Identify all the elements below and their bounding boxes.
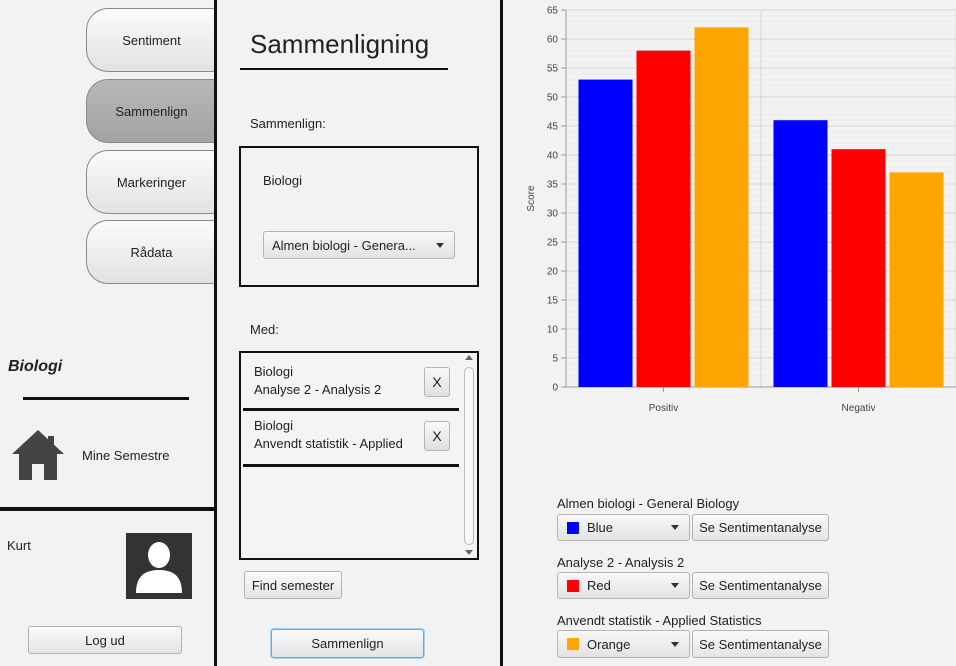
scrollbar[interactable] bbox=[462, 353, 476, 558]
list-item[interactable]: Biologi Analyse 2 - Analysis 2 X bbox=[243, 355, 459, 411]
sentiment-analysis-button-label: Se Sentimentanalyse bbox=[699, 520, 822, 535]
sentiment-analysis-button[interactable]: Se Sentimentanalyse bbox=[692, 572, 829, 599]
y-tick-label: 40 bbox=[547, 151, 559, 162]
y-tick-label: 60 bbox=[547, 35, 559, 46]
tab-markeringer-label: Markeringer bbox=[116, 174, 187, 190]
list-item-line1: Biologi bbox=[254, 364, 294, 379]
remove-button[interactable]: X bbox=[424, 421, 450, 451]
bar bbox=[831, 149, 886, 387]
title-underline bbox=[240, 68, 448, 70]
divider-left bbox=[214, 0, 217, 666]
logout-button-label: Log ud bbox=[85, 632, 125, 648]
user-icon bbox=[136, 542, 182, 593]
sentiment-analysis-button[interactable]: Se Sentimentanalyse bbox=[692, 514, 829, 541]
sidebar: Sentiment Sammenlign Markeringer Rådata … bbox=[0, 0, 216, 666]
compare-button-label: Sammenlign bbox=[311, 636, 384, 651]
x-tick-label: Negativ bbox=[842, 403, 876, 414]
tab-sentiment[interactable]: Sentiment bbox=[86, 8, 216, 72]
with-list[interactable]: Biologi Analyse 2 - Analysis 2 X Biologi… bbox=[239, 351, 479, 560]
color-select-value: Red bbox=[587, 578, 611, 593]
tab-sammenlign[interactable]: Sammenlign bbox=[86, 79, 216, 143]
logout-button[interactable]: Log ud bbox=[28, 626, 182, 654]
y-tick-label: 15 bbox=[547, 296, 559, 307]
scroll-up-icon[interactable] bbox=[465, 355, 473, 360]
with-label: Med: bbox=[250, 322, 279, 337]
chart-svg: 0 5 10 15 20 25 30 35 40 45 50 55 60 65 Positiv Negativ… bbox=[526, 6, 956, 414]
y-tick-label: 55 bbox=[547, 64, 559, 75]
y-tick-label: 30 bbox=[547, 209, 559, 220]
tab-raadata[interactable]: Rådata bbox=[86, 220, 216, 284]
base-course-box: Biologi Almen biologi - Genera... bbox=[239, 146, 479, 287]
color-swatch bbox=[567, 521, 579, 534]
color-swatch bbox=[567, 638, 579, 650]
x-tick-label: Positiv bbox=[649, 403, 678, 414]
legend-title: Almen biologi - General Biology bbox=[557, 496, 740, 511]
sentiment-analysis-button-label: Se Sentimentanalyse bbox=[699, 636, 822, 652]
color-swatch bbox=[567, 579, 579, 592]
chevron-down-icon bbox=[671, 641, 679, 647]
y-tick-label: 0 bbox=[552, 383, 558, 394]
y-tick-label: 25 bbox=[547, 238, 559, 249]
y-tick-label: 10 bbox=[547, 325, 559, 336]
list-item[interactable]: Biologi Anvendt statistik - Applied X bbox=[243, 411, 459, 467]
page-title: Sammenligning bbox=[250, 29, 430, 59]
compare-label: Sammenlign: bbox=[250, 116, 326, 131]
color-select-value: Blue bbox=[587, 520, 614, 535]
base-course-select-value: Almen biologi - Genera... bbox=[272, 237, 416, 253]
color-select[interactable]: Orange bbox=[557, 630, 690, 658]
tab-raadata-label: Rådata bbox=[130, 244, 173, 260]
section-title: Biologi bbox=[8, 358, 63, 375]
list-item-line2: Anvendt statistik - Applied bbox=[254, 436, 403, 451]
y-tick-label: 45 bbox=[547, 122, 559, 133]
tab-sentiment-label: Sentiment bbox=[122, 32, 181, 48]
bar bbox=[694, 27, 749, 388]
compare-button[interactable]: Sammenlign bbox=[271, 629, 424, 658]
tab-markeringer[interactable]: Markeringer bbox=[86, 150, 216, 214]
chevron-down-icon bbox=[671, 525, 679, 530]
user-name: Kurt bbox=[7, 538, 31, 553]
y-tick-label: 5 bbox=[552, 354, 558, 365]
base-course-label: Biologi bbox=[263, 173, 303, 188]
color-select-value: Orange bbox=[587, 636, 631, 652]
find-semester-button-label: Find semester bbox=[251, 577, 335, 593]
y-tick-label: 20 bbox=[547, 267, 559, 278]
tab-sammenlign-label: Sammenlign bbox=[115, 103, 188, 119]
remove-button-label: X bbox=[432, 428, 442, 444]
y-tick-label: 65 bbox=[547, 6, 559, 17]
color-select[interactable]: Blue bbox=[557, 514, 690, 541]
scroll-down-icon[interactable] bbox=[465, 550, 473, 555]
chevron-down-icon bbox=[436, 242, 444, 248]
bar bbox=[773, 120, 828, 387]
scrollbar-thumb[interactable] bbox=[464, 367, 474, 545]
legend-title: Analyse 2 - Analysis 2 bbox=[557, 555, 685, 570]
list-item-line1: Biologi bbox=[254, 418, 294, 433]
sentiment-analysis-button-label: Se Sentimentanalyse bbox=[699, 578, 822, 593]
bar bbox=[636, 50, 691, 387]
home-label[interactable]: Mine Semestre bbox=[82, 448, 169, 463]
sentiment-analysis-button[interactable]: Se Sentimentanalyse bbox=[692, 630, 829, 658]
bar-chart: 0 5 10 15 20 25 30 35 40 45 50 55 60 65 Positiv Negativ… bbox=[503, 0, 956, 430]
list-item-line2: Analyse 2 - Analysis 2 bbox=[254, 382, 382, 397]
find-semester-button[interactable]: Find semester bbox=[244, 571, 342, 599]
base-course-select[interactable]: Almen biologi - Genera... bbox=[263, 231, 455, 259]
avatar bbox=[126, 533, 192, 599]
y-tick-label: 50 bbox=[547, 93, 559, 104]
home-icon[interactable] bbox=[10, 428, 66, 482]
section-divider bbox=[23, 397, 189, 400]
remove-button[interactable]: X bbox=[424, 367, 450, 397]
remove-button-label: X bbox=[432, 374, 442, 390]
y-tick-label: 35 bbox=[547, 180, 559, 191]
bar bbox=[889, 172, 944, 387]
bar bbox=[578, 79, 633, 387]
chevron-down-icon bbox=[671, 583, 679, 588]
color-select[interactable]: Red bbox=[557, 572, 690, 599]
sidebar-separator bbox=[0, 507, 216, 511]
y-axis-label: Score bbox=[526, 185, 537, 212]
legend-title: Anvendt statistik - Applied Statistics bbox=[557, 613, 762, 628]
